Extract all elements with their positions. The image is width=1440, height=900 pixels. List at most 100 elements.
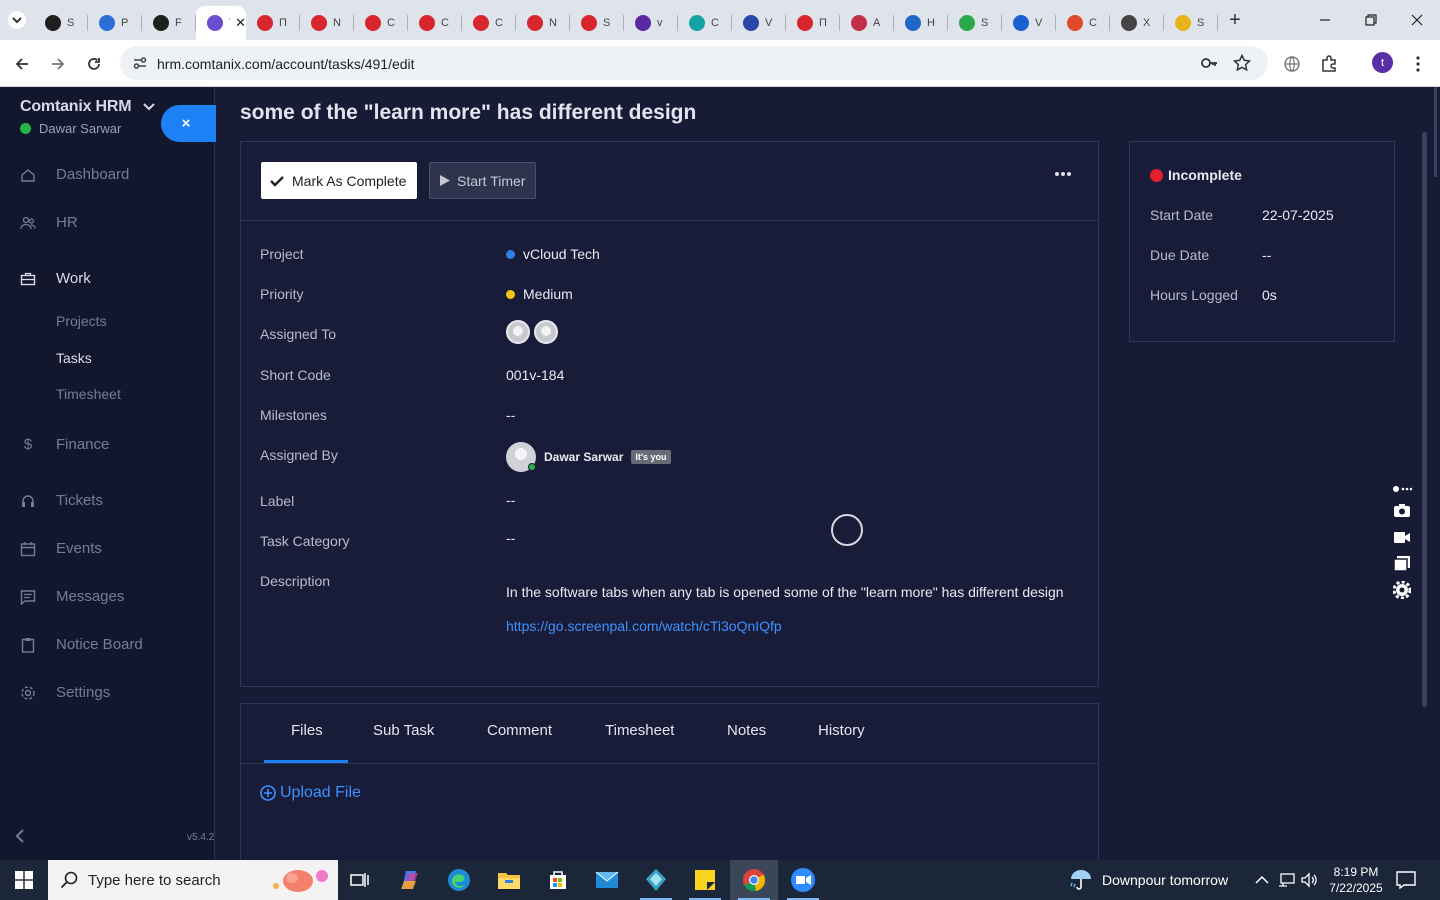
- screenshot-button[interactable]: [1392, 500, 1412, 520]
- start-button[interactable]: [0, 860, 48, 900]
- chrome-app[interactable]: [730, 860, 778, 900]
- tab-timesheet[interactable]: Timesheet: [605, 722, 674, 739]
- tab-notes[interactable]: Notes: [727, 722, 766, 739]
- browser-tab[interactable]: П: [786, 6, 840, 40]
- browser-tab[interactable]: C: [462, 6, 516, 40]
- sidebar-item-finance[interactable]: $ Finance: [20, 436, 110, 453]
- store-app[interactable]: [534, 860, 582, 900]
- bookmark-star-icon[interactable]: [1233, 54, 1251, 72]
- recorder-settings-button[interactable]: [1392, 580, 1412, 600]
- browser-tab[interactable]: S: [948, 6, 1002, 40]
- record-video-button[interactable]: [1392, 527, 1412, 547]
- brand-name[interactable]: Comtanix HRM: [20, 98, 132, 116]
- close-tab-icon[interactable]: ✕: [235, 15, 246, 31]
- upload-file-button[interactable]: Upload File: [260, 784, 361, 802]
- browser-tab[interactable]: A: [840, 6, 894, 40]
- profile-avatar[interactable]: t: [1372, 52, 1393, 73]
- taskbar-search-box[interactable]: Type here to search: [48, 860, 338, 900]
- new-tab-button[interactable]: +: [1218, 0, 1252, 40]
- chevron-down-icon[interactable]: [143, 102, 155, 112]
- description-link[interactable]: https://go.screenpal.com/watch/cTi3oQnIQ…: [506, 618, 782, 634]
- task-view-button[interactable]: [336, 860, 384, 900]
- browser-tab[interactable]: F: [142, 6, 196, 40]
- browser-tab[interactable]: S: [1164, 6, 1218, 40]
- extensions-button[interactable]: [1317, 52, 1341, 76]
- volume-button[interactable]: [1301, 860, 1319, 900]
- browser-tab[interactable]: S: [34, 6, 88, 40]
- tab-search-button[interactable]: [0, 0, 34, 40]
- url-text[interactable]: hrm.comtanix.com/account/tasks/491/edit: [157, 56, 415, 72]
- assigned-by-name[interactable]: Dawar Sarwar: [544, 450, 623, 464]
- browser-tab[interactable]: v: [624, 6, 678, 40]
- close-sidebar-button[interactable]: ×: [161, 105, 221, 142]
- browser-tab[interactable]: Ta✕: [196, 6, 246, 40]
- sidebar-item-events[interactable]: Events: [20, 540, 102, 557]
- sidebar-subitem-projects[interactable]: Projects: [56, 313, 107, 329]
- browser-tab[interactable]: H: [894, 6, 948, 40]
- show-hidden-icons-button[interactable]: [1255, 860, 1269, 900]
- sidebar-subitem-timesheet[interactable]: Timesheet: [56, 386, 121, 402]
- browser-tab[interactable]: N: [300, 6, 354, 40]
- sidebar-item-hr[interactable]: HR: [20, 214, 78, 231]
- more-options-button[interactable]: [1055, 172, 1071, 176]
- browser-tab[interactable]: C: [408, 6, 462, 40]
- tab-sub-task[interactable]: Sub Task: [373, 722, 434, 739]
- forward-button[interactable]: [46, 52, 70, 76]
- tab-comment[interactable]: Comment: [487, 722, 552, 739]
- sidebar-item-settings[interactable]: Settings: [20, 684, 110, 701]
- scrollbar-track[interactable]: [1422, 132, 1427, 707]
- browser-tab[interactable]: C: [678, 6, 732, 40]
- tab-history[interactable]: History: [818, 722, 865, 739]
- browser-tab[interactable]: X: [1110, 6, 1164, 40]
- restore-button[interactable]: [1348, 0, 1394, 40]
- browser-tab[interactable]: C: [1056, 6, 1110, 40]
- weather-widget[interactable]: Downpour tomorrow: [1068, 860, 1228, 900]
- browser-tab[interactable]: N: [516, 6, 570, 40]
- avatar[interactable]: [534, 320, 558, 344]
- browser-tab[interactable]: P: [88, 6, 142, 40]
- file-explorer-app[interactable]: [485, 860, 533, 900]
- edge-app[interactable]: [435, 860, 483, 900]
- site-settings-icon[interactable]: [132, 55, 148, 71]
- tab-files[interactable]: Files: [291, 722, 323, 739]
- browser-tab[interactable]: П: [246, 6, 300, 40]
- reload-button[interactable]: [82, 52, 106, 76]
- arrow-left-icon: [15, 58, 28, 70]
- browser-tab[interactable]: V: [732, 6, 786, 40]
- browser-tab[interactable]: S: [570, 6, 624, 40]
- app-pinned-diamond[interactable]: [632, 860, 680, 900]
- network-button[interactable]: [1278, 860, 1296, 900]
- field-value-project[interactable]: vCloud Tech: [506, 246, 600, 262]
- browser-tab[interactable]: V: [1002, 6, 1056, 40]
- password-key-icon[interactable]: [1200, 54, 1218, 72]
- browser-menu-button[interactable]: [1406, 52, 1430, 76]
- taskbar-clock[interactable]: 8:19 PM 7/22/2025: [1325, 864, 1387, 896]
- gallery-button[interactable]: [1392, 553, 1412, 573]
- browser-tab[interactable]: C: [354, 6, 408, 40]
- avatar[interactable]: [506, 442, 536, 472]
- sidebar-item-dashboard[interactable]: Dashboard: [20, 166, 129, 183]
- start-timer-button[interactable]: Start Timer: [429, 162, 536, 199]
- mail-app[interactable]: [583, 860, 631, 900]
- sidebar-item-notice-board[interactable]: Notice Board: [20, 636, 143, 653]
- notifications-button[interactable]: [1396, 860, 1416, 900]
- copilot-app[interactable]: [386, 860, 434, 900]
- collapse-sidebar-icon[interactable]: [14, 829, 26, 843]
- sidebar-item-work[interactable]: Work: [20, 270, 91, 287]
- omnibox[interactable]: hrm.comtanix.com/account/tasks/491/edit: [120, 46, 1268, 80]
- sticky-notes-app[interactable]: [681, 860, 729, 900]
- sidebar-subitem-tasks[interactable]: Tasks: [56, 350, 92, 366]
- recorder-menu-button[interactable]: [1392, 482, 1412, 496]
- close-window-button[interactable]: [1394, 0, 1440, 40]
- translate-button[interactable]: [1280, 52, 1304, 76]
- zoom-app[interactable]: [779, 860, 827, 900]
- mark-complete-button[interactable]: Mark As Complete: [261, 162, 417, 199]
- sidebar-item-messages[interactable]: Messages: [20, 588, 124, 605]
- avatar[interactable]: [506, 320, 530, 344]
- minimize-button[interactable]: [1302, 0, 1348, 40]
- sidebar-item-tickets[interactable]: Tickets: [20, 492, 103, 509]
- back-button[interactable]: [10, 52, 34, 76]
- project-name[interactable]: vCloud Tech: [523, 246, 600, 262]
- page-scrollbar[interactable]: [1422, 87, 1440, 860]
- scrollbar-thumb[interactable]: [1434, 87, 1437, 177]
